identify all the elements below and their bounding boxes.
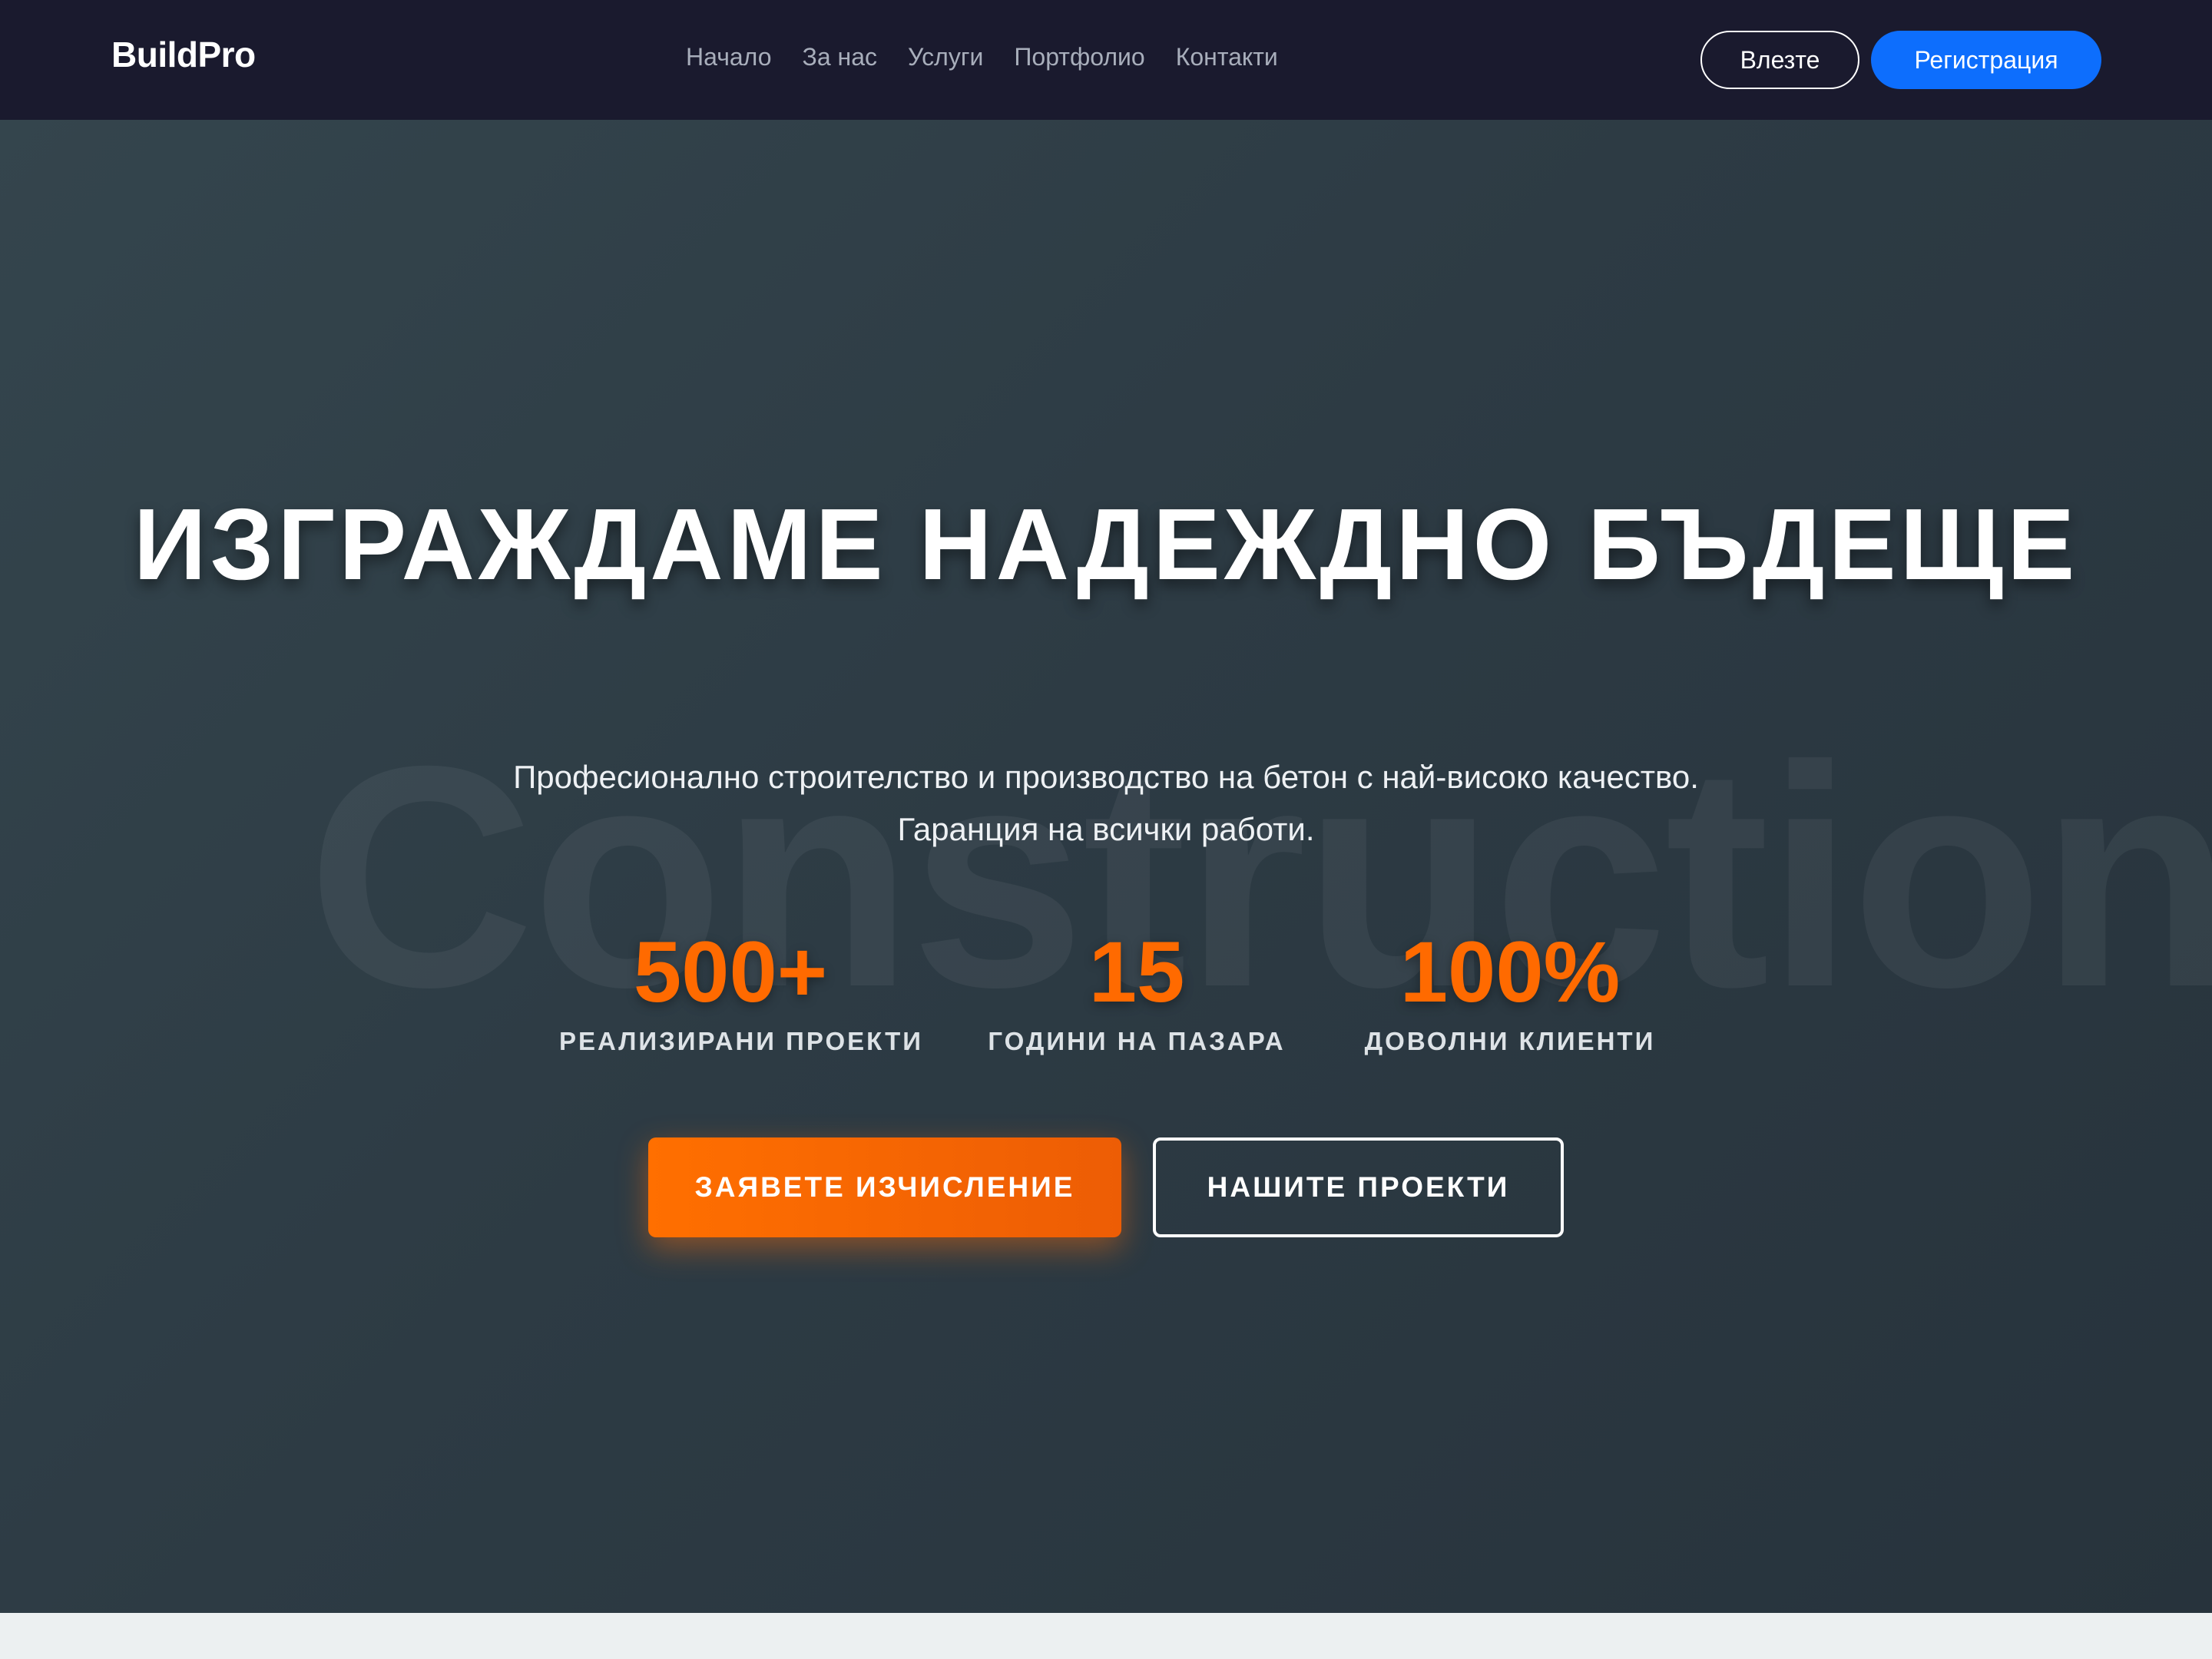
hero-title: ИЗГРАЖДАМЕ НАДЕЖДНО БЪДЕЩЕ — [133, 488, 2079, 601]
top-navbar: BuildPro Начало За нас Услуги Портфолио … — [0, 0, 2212, 120]
nav-link-portfolio[interactable]: Портфолио — [1014, 43, 1144, 71]
hero-section: Construction ИЗГРАЖДАМЕ НАДЕЖДНО БЪДЕЩЕ … — [0, 120, 2212, 1613]
main-nav: Начало За нас Услуги Портфолио Контакти — [686, 43, 1278, 71]
next-section-edge — [0, 1613, 2212, 1659]
stat-years-label: ГОДИНИ НА ПАЗАРА — [988, 1027, 1286, 1055]
stat-projects: 500+ РЕАЛИЗИРАНИ ПРОЕКТИ — [559, 922, 923, 1056]
stat-clients-label: ДОВОЛНИ КЛИЕНТИ — [1364, 1027, 1656, 1055]
stat-years-value: 15 — [1088, 924, 1185, 1020]
stat-years: 15 ГОДИНИ НА ПАЗАРА — [983, 922, 1290, 1056]
register-button[interactable]: Регистрация — [1871, 31, 2101, 89]
nav-link-services[interactable]: Услуги — [908, 43, 983, 71]
stat-clients-value: 100% — [1399, 924, 1621, 1020]
nav-link-about[interactable]: За нас — [803, 43, 877, 71]
stat-projects-value: 500+ — [633, 924, 828, 1020]
stat-projects-label: РЕАЛИЗИРАНИ ПРОЕКТИ — [559, 1027, 923, 1055]
our-projects-button[interactable]: НАШИТЕ ПРОЕКТИ — [1153, 1137, 1564, 1237]
nav-link-home[interactable]: Начало — [686, 43, 772, 71]
stats-row: 500+ РЕАЛИЗИРАНИ ПРОЕКТИ 15 ГОДИНИ НА ПА… — [0, 922, 2212, 1076]
request-quote-button[interactable]: ЗАЯВЕТЕ ИЗЧИСЛЕНИЕ — [648, 1137, 1121, 1237]
nav-link-contacts[interactable]: Контакти — [1176, 43, 1278, 71]
brand-logo[interactable]: BuildPro — [111, 34, 256, 75]
stat-clients: 100% ДОВОЛНИ КЛИЕНТИ — [1356, 922, 1664, 1056]
hero-subtitle: Професионално строителство и производств… — [513, 759, 1699, 847]
login-button[interactable]: Влезте — [1700, 31, 1859, 89]
